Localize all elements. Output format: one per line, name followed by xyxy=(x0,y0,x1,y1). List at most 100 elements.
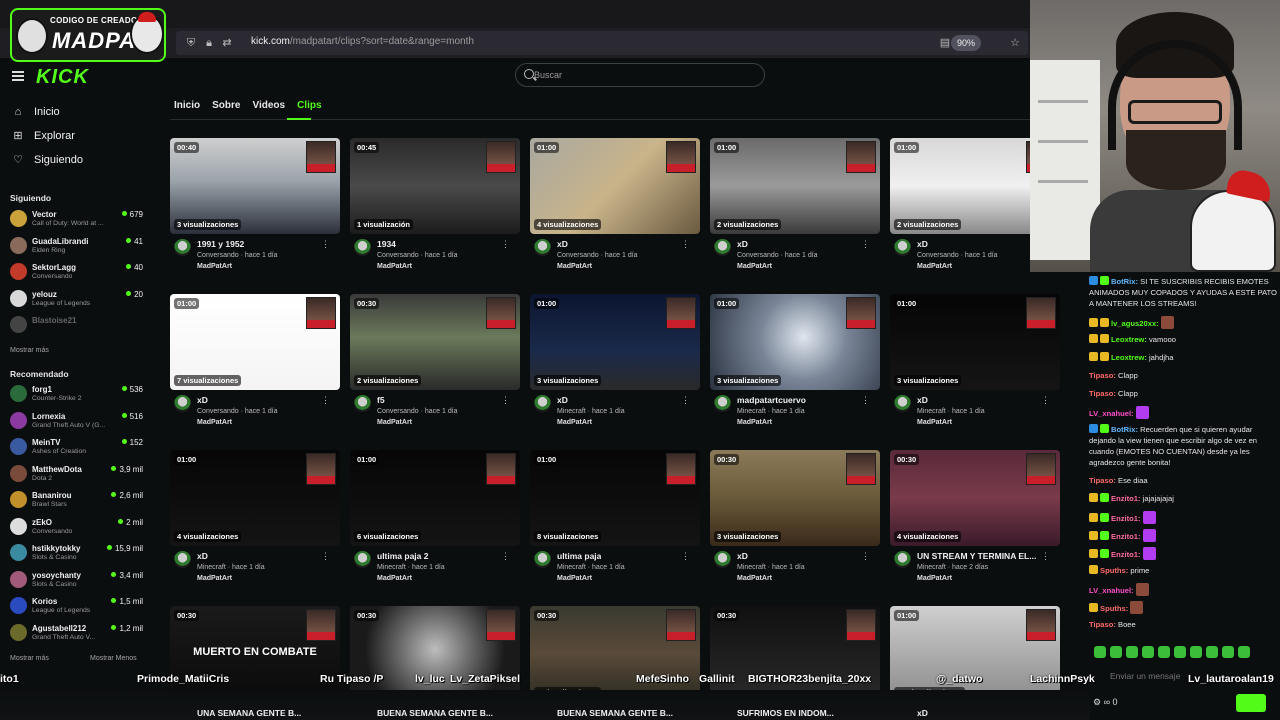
sidebar-channel[interactable]: yosoychanty Slots & Casino 3,4 mil xyxy=(10,568,145,592)
permissions-icon[interactable]: ⇄ xyxy=(220,36,234,50)
clip-card[interactable]: 00:30 4 visualizaciones UN STREAM Y TERMIN… xyxy=(890,450,1060,600)
more-options-icon[interactable]: ⋮ xyxy=(501,396,510,405)
clip-thumbnail[interactable]: 01:00 4 visualizaciones xyxy=(530,138,700,234)
clip-thumbnail[interactable]: 00:30 4 visualizaciones xyxy=(890,450,1060,546)
clip-title[interactable]: xD xyxy=(917,708,928,718)
menu-icon[interactable] xyxy=(12,71,24,81)
kick-logo[interactable]: KICK xyxy=(36,66,89,89)
settings-icon[interactable]: ⚙︎ xyxy=(1093,697,1101,707)
show-more-recommended-link[interactable]: Mostrar más xyxy=(10,655,49,662)
chat-username[interactable]: Spuths: xyxy=(1100,604,1128,613)
clip-thumbnail[interactable]: 01:00 2 visualizaciones xyxy=(710,138,880,234)
channel-avatar[interactable] xyxy=(174,551,191,568)
clip-thumbnail[interactable]: 01:00 3 visualizaciones xyxy=(710,294,880,390)
clip-title[interactable]: ultima paja xyxy=(557,551,601,561)
chat-username[interactable]: Tipaso: xyxy=(1089,389,1116,398)
clip-title[interactable]: f5 xyxy=(377,395,385,405)
channel-avatar[interactable] xyxy=(534,551,551,568)
clip-thumbnail[interactable]: 00:30 2 visualizaciones xyxy=(350,294,520,390)
chat-username[interactable]: Leoxtrew: xyxy=(1111,353,1147,362)
more-options-icon[interactable]: ⋮ xyxy=(321,240,330,249)
clip-thumbnail[interactable]: 00:40 3 visualizaciones xyxy=(170,138,340,234)
clip-card[interactable]: 00:45 1 visualización 1934 Conversando · ha… xyxy=(350,138,520,288)
chat-username[interactable]: Enzito1: xyxy=(1111,532,1141,541)
clip-author[interactable]: MadPatArt xyxy=(917,575,952,582)
clip-author[interactable]: MadPatArt xyxy=(917,263,952,270)
more-options-icon[interactable]: ⋮ xyxy=(681,396,690,405)
clip-title[interactable]: UN STREAM Y TERMINA EL... xyxy=(917,551,1036,561)
show-more-following-link[interactable]: Mostrar más xyxy=(10,347,49,354)
clip-title[interactable]: 1991 y 1952 xyxy=(197,239,244,249)
bookmark-star-icon[interactable]: ☆ xyxy=(1008,36,1022,50)
chat-username[interactable]: Enzito1: xyxy=(1111,514,1141,523)
emote-icon[interactable] xyxy=(1158,646,1170,658)
clip-title[interactable]: xD xyxy=(917,395,928,405)
emote-icon[interactable] xyxy=(1190,646,1202,658)
chat-username[interactable]: BotRix: xyxy=(1111,277,1138,286)
lock-icon[interactable]: 🔒︎ xyxy=(202,36,216,50)
chat-username[interactable]: Tipaso: xyxy=(1089,620,1116,629)
emote-icon[interactable] xyxy=(1110,646,1122,658)
clip-card[interactable]: 01:00 4 visualizaciones xD Conversando · ha… xyxy=(530,138,700,288)
clip-author[interactable]: MadPatArt xyxy=(197,419,232,426)
sidebar-channel[interactable]: Agustabell212 Grand Theft Auto V... 1,2 mi… xyxy=(10,621,145,645)
clip-title[interactable]: madpatartcuervo xyxy=(737,395,806,405)
more-options-icon[interactable]: ⋮ xyxy=(321,552,330,561)
emote-icon[interactable] xyxy=(1238,646,1250,658)
clip-title[interactable]: xD xyxy=(197,551,208,561)
tab-videos[interactable]: Videos xyxy=(252,100,285,111)
clip-author[interactable]: MadPatArt xyxy=(557,575,592,582)
sidebar-channel[interactable]: hstikkytokky Slots & Casino 15,9 mil xyxy=(10,541,145,565)
channel-avatar[interactable] xyxy=(714,551,731,568)
emote-icon[interactable] xyxy=(1142,646,1154,658)
emote-icon[interactable] xyxy=(1174,646,1186,658)
url-text[interactable]: kick.com/madpatart/clips?sort=date&range… xyxy=(251,36,474,47)
nav-item-siguiendo[interactable]: ♡ Siguiendo xyxy=(12,154,83,166)
chat-username[interactable]: BotRix: xyxy=(1111,425,1138,434)
clip-thumbnail[interactable]: 01:00 7 visualizaciones xyxy=(170,294,340,390)
chat-username[interactable]: LV_xnahuel: xyxy=(1089,586,1134,595)
emote-icon[interactable] xyxy=(1094,646,1106,658)
clip-title[interactable]: xD xyxy=(557,395,568,405)
channel-avatar[interactable] xyxy=(534,395,551,412)
sidebar-channel[interactable]: Blastoise21 xyxy=(10,313,145,337)
clip-thumbnail[interactable]: 00:45 1 visualización xyxy=(350,138,520,234)
clip-card[interactable]: 00:30 2 visualizaciones f5 Conversando · ha… xyxy=(350,294,520,444)
tab-sobre[interactable]: Sobre xyxy=(212,100,240,111)
chat-username[interactable]: Leoxtrew: xyxy=(1111,335,1147,344)
clip-title[interactable]: xD xyxy=(197,395,208,405)
show-less-link[interactable]: Mostrar Menos xyxy=(90,655,137,662)
address-bar[interactable]: ⛨ 🔒︎ ⇄ kick.com/madpatart/clips?sort=dat… xyxy=(176,31,1028,55)
tab-inicio[interactable]: Inicio xyxy=(174,100,200,111)
clip-author[interactable]: MadPatArt xyxy=(557,419,592,426)
more-options-icon[interactable]: ⋮ xyxy=(501,552,510,561)
clip-card[interactable]: 01:00 7 visualizaciones xD Conversando · ha… xyxy=(170,294,340,444)
chat-username[interactable]: Tipaso: xyxy=(1089,476,1116,485)
shield-icon[interactable]: ⛨ xyxy=(184,36,198,50)
more-options-icon[interactable]: ⋮ xyxy=(681,240,690,249)
chat-send-button[interactable] xyxy=(1236,694,1266,712)
infinity-icon[interactable]: ∞ xyxy=(1104,697,1113,707)
clip-title[interactable]: UNA SEMANA GENTE B... xyxy=(197,708,301,718)
channel-avatar[interactable] xyxy=(354,395,371,412)
chat-username[interactable]: Enzito1: xyxy=(1111,550,1141,559)
clip-thumbnail[interactable]: 01:00 3 visualizaciones xyxy=(890,294,1060,390)
channel-avatar[interactable] xyxy=(714,395,731,412)
clip-title[interactable]: xD xyxy=(737,551,748,561)
chat-username[interactable]: Enzito1: xyxy=(1111,494,1141,503)
clip-author[interactable]: MadPatArt xyxy=(557,263,592,270)
chat-username[interactable]: lv_agus20xx: xyxy=(1111,319,1159,328)
emote-icon[interactable] xyxy=(1222,646,1234,658)
more-options-icon[interactable]: ⋮ xyxy=(861,552,870,561)
sidebar-channel[interactable]: SektorLagg Conversando 40 xyxy=(10,260,145,284)
clip-title[interactable]: SUFRIMOS EN INDOM... xyxy=(737,708,834,718)
clip-card[interactable]: 00:30 3 visualizaciones xD Minecraft · hace… xyxy=(710,450,880,600)
sidebar-channel[interactable]: Lornexia Grand Theft Auto V (G... 516 xyxy=(10,409,145,433)
clip-thumbnail[interactable]: 01:00 3 visualizaciones xyxy=(530,294,700,390)
more-options-icon[interactable]: ⋮ xyxy=(1041,396,1050,405)
sidebar-channel[interactable]: MatthewDota Dota 2 3,9 mil xyxy=(10,462,145,486)
clip-author[interactable]: MadPatArt xyxy=(197,263,232,270)
clip-thumbnail[interactable]: 01:00 6 visualizaciones xyxy=(350,450,520,546)
channel-avatar[interactable] xyxy=(714,239,731,256)
clip-card[interactable]: 01:00 3 visualizaciones madpatartcuervo Min… xyxy=(710,294,880,444)
